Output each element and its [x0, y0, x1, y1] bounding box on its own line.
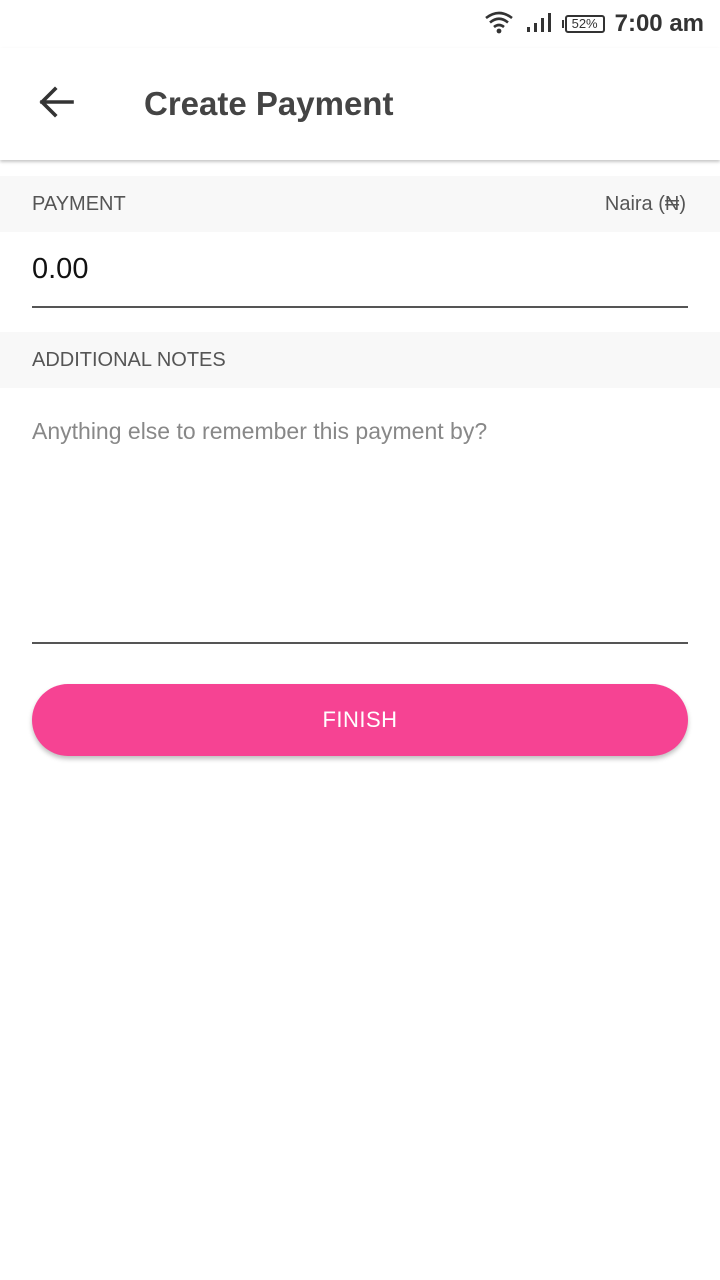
page-title: Create Payment — [144, 85, 394, 122]
back-button[interactable] — [0, 48, 112, 160]
status-time: 7:00 am — [614, 10, 704, 37]
battery-icon: 52% — [561, 15, 605, 33]
payment-label: PAYMENT — [32, 192, 126, 215]
finish-button[interactable]: FINISH — [32, 684, 688, 756]
payment-amount-input[interactable]: 0.00 — [32, 232, 688, 308]
arrow-left-icon — [38, 85, 74, 123]
payment-section-header: PAYMENT Naira (₦) — [0, 176, 720, 232]
battery-percent: 52% — [564, 15, 605, 33]
signal-icon — [526, 11, 552, 38]
currency-selector[interactable]: Naira (₦) — [605, 193, 686, 216]
app-bar: Create Payment — [0, 48, 720, 160]
notes-section-header: ADDITIONAL NOTES — [0, 332, 720, 388]
notes-label: ADDITIONAL NOTES — [32, 348, 226, 371]
notes-placeholder: Anything else to remember this payment b… — [32, 418, 488, 444]
status-bar: 52% 7:00 am — [0, 0, 720, 48]
notes-input[interactable]: Anything else to remember this payment b… — [32, 388, 688, 644]
wifi-icon — [484, 10, 514, 39]
